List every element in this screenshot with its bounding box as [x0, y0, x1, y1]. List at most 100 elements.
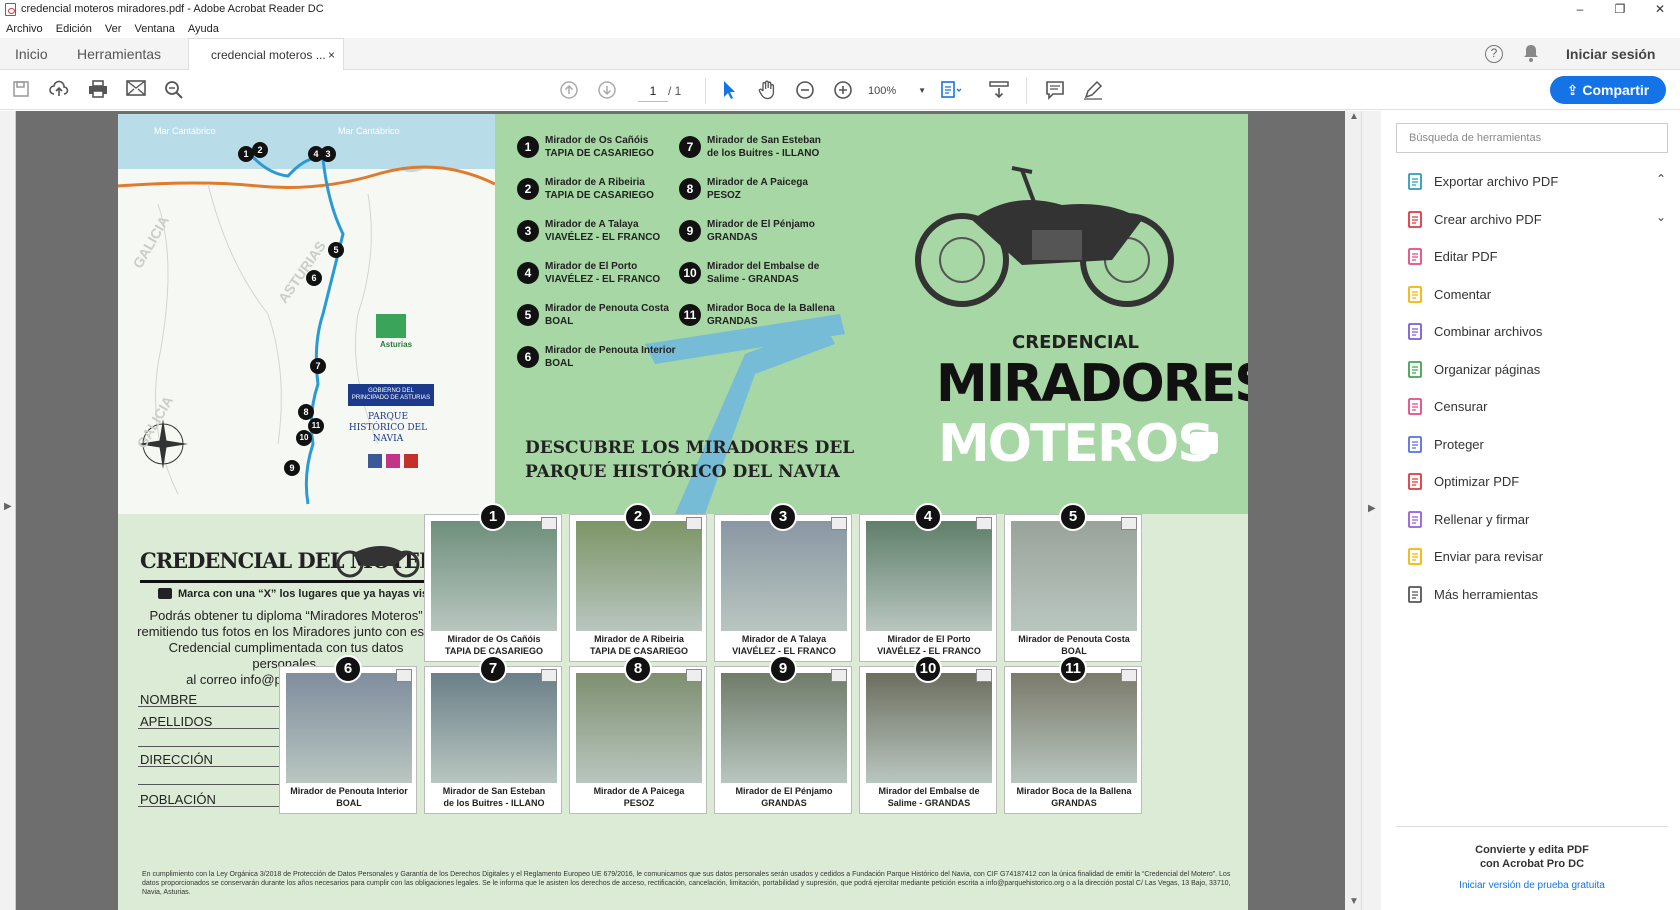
title-underline: [140, 580, 426, 583]
scroll-mode-icon[interactable]: [988, 80, 1010, 102]
next-page-icon[interactable]: [596, 80, 618, 102]
page-number-input[interactable]: 1: [638, 80, 668, 102]
tab-document[interactable]: credencial moteros ... ×: [188, 38, 344, 71]
mirador-list-text: Mirador de A Ribeiria TAPIA DE CASARIEGO: [545, 176, 654, 202]
hand-tool-icon[interactable]: [756, 80, 778, 102]
camera-checkbox-icon[interactable]: [831, 669, 847, 682]
mirador-number-badge: 11: [1059, 655, 1087, 683]
minimize-button[interactable]: –: [1560, 0, 1600, 20]
tool-item[interactable]: Exportar archivo PDF ⌃: [1406, 168, 1666, 196]
right-pane-toggle[interactable]: ▶: [1361, 111, 1381, 910]
draw-pen-icon[interactable]: [1082, 80, 1104, 102]
comment-icon[interactable]: [1044, 80, 1066, 102]
close-window-button[interactable]: ✕: [1640, 0, 1680, 20]
menu-ayuda[interactable]: Ayuda: [188, 20, 219, 38]
mirador-caption: Mirador del Embalse de Salime - GRANDAS: [862, 785, 996, 809]
menu-ver[interactable]: Ver: [105, 20, 122, 38]
camera-checkbox-icon[interactable]: [686, 517, 702, 530]
tool-item[interactable]: Editar PDF: [1406, 243, 1666, 271]
mirador-card[interactable]: 7 Mirador de San Esteban de los Buitres - …: [424, 655, 562, 814]
tool-item[interactable]: Censurar: [1406, 393, 1666, 421]
share-button[interactable]: ⇪ Compartir: [1550, 76, 1666, 104]
chevron-up-icon[interactable]: ⌃: [1656, 172, 1666, 186]
mirador-card[interactable]: 8 Mirador de A Paicega PESOZ: [569, 655, 707, 814]
mirador-card[interactable]: 2 Mirador de A Ribeiria TAPIA DE CASARIEGO: [569, 503, 707, 662]
tool-item[interactable]: Crear archivo PDF ⌄: [1406, 206, 1666, 234]
mirador-card[interactable]: 9 Mirador de El Pénjamo GRANDAS: [714, 655, 852, 814]
tab-close-icon[interactable]: ×: [328, 39, 335, 71]
print-icon[interactable]: [87, 80, 109, 102]
camera-checkbox-icon[interactable]: [831, 517, 847, 530]
help-icon[interactable]: ?: [1485, 45, 1503, 63]
tab-tools[interactable]: Herramientas: [77, 38, 161, 70]
mirador-card[interactable]: 10 Mirador del Embalse de Salime - GRANDAS: [859, 655, 997, 814]
camera-checkbox-icon[interactable]: [686, 669, 702, 682]
prev-page-icon[interactable]: [558, 80, 580, 102]
mirador-card[interactable]: 11 Mirador Boca de la Ballena GRANDAS: [1004, 655, 1142, 814]
camera-checkbox-icon[interactable]: [541, 517, 557, 530]
left-pane-collapsed[interactable]: ▶: [0, 111, 16, 910]
zoom-level-select[interactable]: 100% ▼: [868, 80, 930, 102]
camera-checkbox-icon[interactable]: [976, 669, 992, 682]
mirador-card[interactable]: 6 Mirador de Penouta Interior BOAL: [279, 655, 417, 814]
mirador-caption: Mirador de San Esteban de los Buitres - I…: [427, 785, 561, 809]
camera-checkbox-icon[interactable]: [976, 517, 992, 530]
tools-search-input[interactable]: Búsqueda de herramientas: [1396, 123, 1668, 153]
signin-button[interactable]: Iniciar sesión: [1566, 38, 1655, 70]
form-label-direccion: DIRECCIÓN: [140, 752, 213, 767]
vertical-scrollbar[interactable]: ▲ ▼: [1345, 111, 1361, 910]
scroll-up-icon[interactable]: ▲: [1349, 111, 1359, 122]
upload-cloud-icon[interactable]: [48, 80, 70, 102]
menu-edicion[interactable]: Edición: [56, 20, 92, 38]
tool-item[interactable]: Optimizar PDF: [1406, 468, 1666, 496]
zoom-in-icon[interactable]: [832, 80, 854, 102]
tool-item[interactable]: Rellenar y firmar: [1406, 506, 1666, 534]
mirador-list-name: Mirador de El Pénjamo: [707, 219, 815, 230]
share-icon: ⇪: [1566, 82, 1583, 98]
scroll-down-icon[interactable]: ▼: [1349, 896, 1359, 907]
mirador-caption-place: PESOZ: [623, 798, 655, 808]
camera-checkbox-icon[interactable]: [1121, 669, 1137, 682]
pdf-page: Mar Cantábrico Mar Cantábrico GALICIA AS…: [118, 114, 1248, 910]
chevron-down-icon[interactable]: ⌄: [1656, 210, 1666, 224]
menu-ventana[interactable]: Ventana: [134, 20, 174, 38]
notifications-bell-icon[interactable]: [1521, 44, 1541, 64]
restore-button[interactable]: ❐: [1600, 0, 1640, 20]
zoom-out-icon[interactable]: [794, 80, 816, 102]
tool-item[interactable]: Comentar: [1406, 281, 1666, 309]
mirador-photo: [721, 673, 847, 783]
mirador-card[interactable]: 3 Mirador de A Talaya VIAVÉLEZ - EL FRANCO: [714, 503, 852, 662]
collapse-right-icon[interactable]: ▶: [1368, 503, 1376, 514]
save-icon[interactable]: [10, 80, 32, 102]
camera-checkbox-icon[interactable]: [396, 669, 412, 682]
map-marker: 2: [252, 142, 268, 158]
mirador-photo: [286, 673, 412, 783]
tool-item[interactable]: Organizar páginas: [1406, 356, 1666, 384]
mirador-photo: [576, 521, 702, 631]
expand-left-icon[interactable]: ▶: [4, 501, 12, 512]
mirador-number-badge: 2: [517, 178, 539, 200]
tool-item[interactable]: Más herramientas: [1406, 581, 1666, 609]
promo-line: remitiendo tus fotos en los Miradores ju…: [137, 624, 435, 639]
camera-checkbox-icon[interactable]: [1121, 517, 1137, 530]
select-cursor-icon[interactable]: [718, 80, 740, 102]
mirador-card[interactable]: 4 Mirador de El Porto VIAVÉLEZ - EL FRANCO: [859, 503, 997, 662]
mirador-caption: Mirador de El Porto VIAVÉLEZ - EL FRANCO: [862, 633, 996, 657]
mirador-card[interactable]: 5 Mirador de Penouta Costa BOAL: [1004, 503, 1142, 662]
free-trial-link[interactable]: Iniciar versión de prueba gratuita: [1396, 880, 1668, 891]
pdf-file-icon: [5, 3, 16, 16]
tool-item[interactable]: Enviar para revisar: [1406, 543, 1666, 571]
camera-checkbox-icon[interactable]: [541, 669, 557, 682]
tool-item[interactable]: Combinar archivos: [1406, 318, 1666, 346]
mirador-card[interactable]: 1 Mirador de Os Cañóis TAPIA DE CASARIEGO: [424, 503, 562, 662]
search-zoom-icon[interactable]: [163, 80, 185, 102]
mirador-list-name: Mirador de Penouta Costa: [545, 303, 669, 314]
window-title: credencial moteros miradores.pdf - Adobe…: [21, 3, 324, 15]
mirador-caption: Mirador de A Talaya VIAVÉLEZ - EL FRANCO: [717, 633, 851, 657]
mail-icon[interactable]: [125, 80, 147, 102]
tool-item[interactable]: Proteger: [1406, 431, 1666, 459]
mirador-list-name: Mirador de Penouta Interior: [545, 345, 676, 356]
tab-home[interactable]: Inicio: [15, 38, 48, 70]
fit-page-icon[interactable]: [940, 80, 962, 102]
menu-archivo[interactable]: Archivo: [6, 20, 43, 38]
